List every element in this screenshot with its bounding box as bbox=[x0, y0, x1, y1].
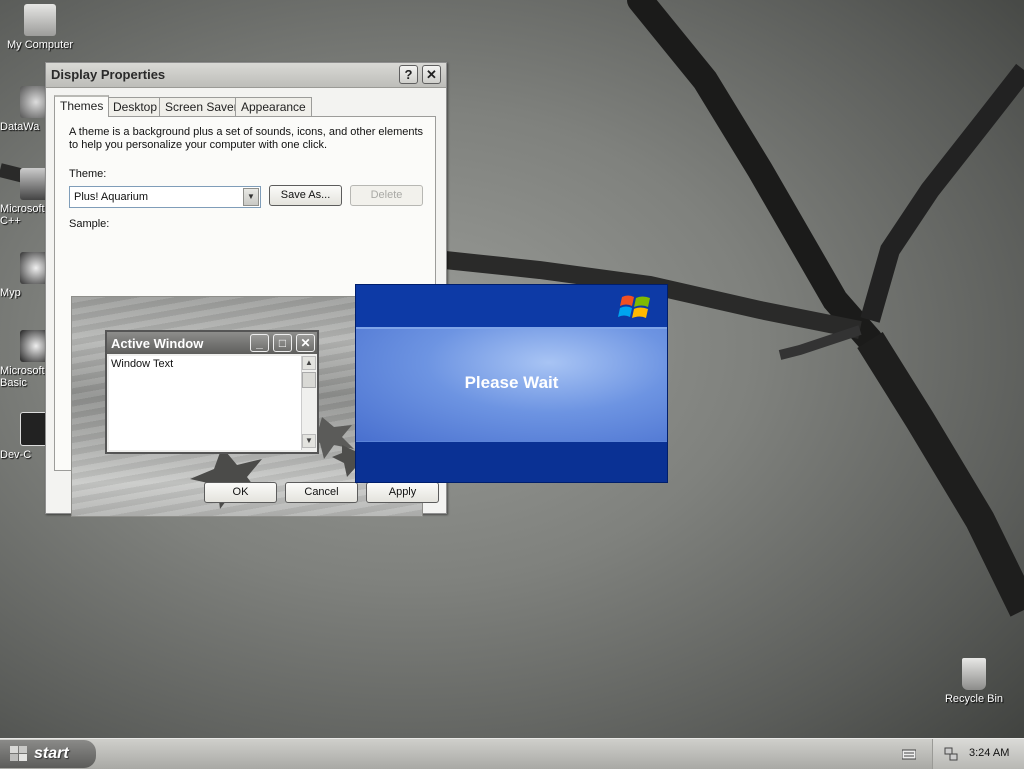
please-wait-footer bbox=[356, 441, 667, 482]
windows-flag-icon bbox=[10, 746, 27, 761]
sample-scrollbar: ▲ ▼ bbox=[301, 356, 316, 450]
computer-icon bbox=[24, 4, 56, 36]
sample-window-title: Active Window bbox=[111, 336, 204, 351]
theme-label: Theme: bbox=[69, 168, 107, 180]
desktop-icon-label: Dev-C bbox=[0, 449, 32, 461]
close-icon: ✕ bbox=[296, 334, 315, 352]
tab-screen-saver[interactable]: Screen Saver bbox=[159, 97, 244, 116]
sample-label: Sample: bbox=[69, 218, 110, 230]
cancel-button[interactable]: Cancel bbox=[285, 482, 358, 503]
desktop-icon-label: Microsoft Basic bbox=[0, 365, 45, 389]
desktop-icon-dev-c[interactable]: Dev-C bbox=[0, 412, 46, 461]
theme-select[interactable]: Plus! Aquarium ▼ bbox=[69, 186, 261, 208]
scroll-thumb bbox=[302, 372, 316, 388]
please-wait-dialog: Please Wait bbox=[355, 284, 668, 483]
sample-active-window: Active Window _ □ ✕ Window Text ▲ ▼ bbox=[105, 330, 319, 454]
scroll-down-icon: ▼ bbox=[302, 434, 316, 448]
start-button[interactable]: start bbox=[0, 740, 96, 768]
desktop-icon-recycle-bin[interactable]: Recycle Bin bbox=[934, 658, 1014, 705]
windows-logo-icon bbox=[618, 295, 650, 318]
desktop-icon-label: Myp bbox=[0, 287, 21, 299]
window-title: Display Properties bbox=[51, 67, 166, 82]
desktop-icon-microsoft-basic[interactable]: Microsoft Basic bbox=[0, 330, 46, 389]
keyboard-icon[interactable] bbox=[902, 748, 916, 760]
dev-cpp-icon bbox=[20, 412, 46, 446]
help-button[interactable]: ? bbox=[399, 65, 418, 84]
theme-description: A theme is a background plus a set of so… bbox=[69, 126, 424, 151]
title-bar[interactable]: Display Properties ? ✕ bbox=[46, 63, 446, 88]
ok-button[interactable]: OK bbox=[204, 482, 277, 503]
sample-window-text: Window Text bbox=[109, 356, 303, 450]
desktop-icon-myp[interactable]: Myp bbox=[0, 252, 46, 299]
desktop-icon-microsoft-cpp[interactable]: Microsoft C++ bbox=[0, 168, 46, 227]
desktop-icon-label: Microsoft C++ bbox=[0, 203, 45, 227]
shortcut-icon bbox=[20, 168, 46, 200]
delete-button[interactable]: Delete bbox=[350, 185, 423, 206]
maximize-icon: □ bbox=[273, 334, 292, 352]
chevron-down-icon[interactable]: ▼ bbox=[243, 188, 259, 206]
desktop-icon-label: My Computer bbox=[6, 39, 74, 51]
scroll-up-icon: ▲ bbox=[302, 356, 316, 370]
desktop-icon-label: DataWa bbox=[0, 121, 40, 133]
recycle-bin-icon bbox=[962, 658, 986, 690]
sample-title-bar: Active Window _ □ ✕ bbox=[107, 332, 317, 354]
tab-themes[interactable]: Themes bbox=[54, 95, 110, 117]
close-button[interactable]: ✕ bbox=[422, 65, 441, 84]
shortcut-icon bbox=[20, 252, 46, 284]
theme-select-value: Plus! Aquarium bbox=[74, 191, 148, 203]
tab-desktop[interactable]: Desktop bbox=[107, 97, 164, 116]
clock[interactable]: 3:24 AM bbox=[969, 747, 1009, 759]
network-icon[interactable] bbox=[943, 746, 959, 762]
shortcut-icon bbox=[20, 330, 46, 362]
please-wait-text: Please Wait bbox=[464, 373, 559, 392]
system-tray: 3:24 AM bbox=[932, 739, 1024, 769]
desktop-icon-my-computer[interactable]: My Computer bbox=[0, 4, 80, 51]
tab-appearance[interactable]: Appearance bbox=[235, 97, 312, 116]
desktop-icon-datawa[interactable]: DataWa bbox=[0, 86, 46, 133]
start-label: start bbox=[34, 745, 69, 762]
minimize-icon: _ bbox=[250, 334, 269, 352]
taskbar: start 3:24 AM bbox=[0, 738, 1024, 769]
save-as-button[interactable]: Save As... bbox=[269, 185, 342, 206]
desktop-icon-label: Recycle Bin bbox=[944, 693, 1004, 705]
shortcut-icon bbox=[20, 86, 46, 118]
apply-button[interactable]: Apply bbox=[366, 482, 439, 503]
